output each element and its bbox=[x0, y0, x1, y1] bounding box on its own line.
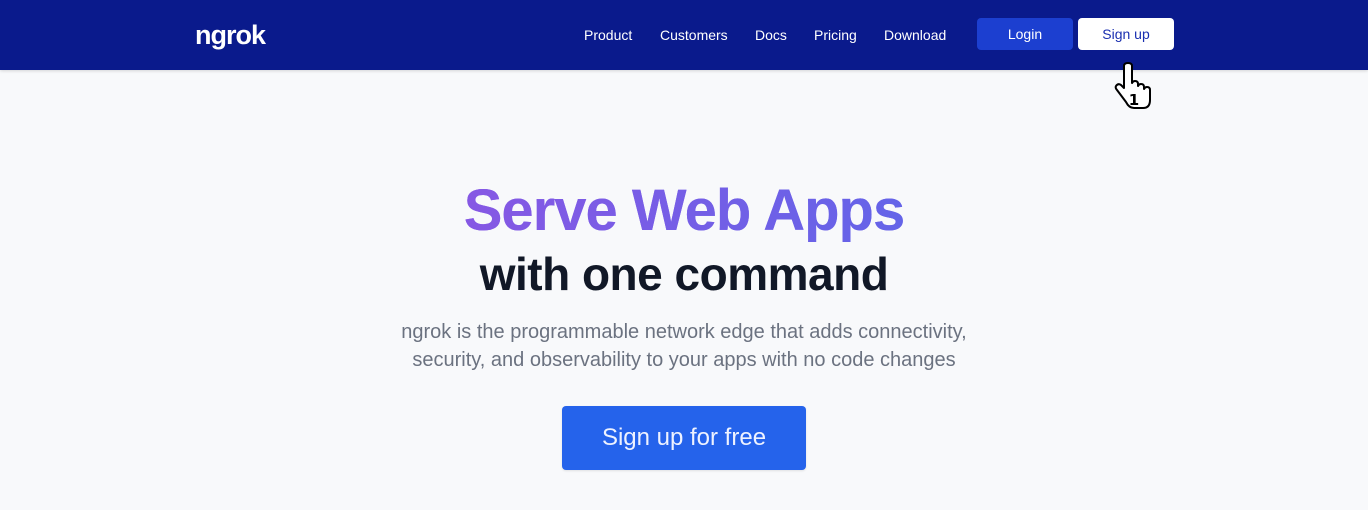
nav-link-customers[interactable]: Customers bbox=[660, 26, 728, 44]
cursor-badge: 1 bbox=[1129, 91, 1139, 109]
signup-button[interactable]: Sign up bbox=[1078, 18, 1174, 50]
login-button[interactable]: Login bbox=[977, 18, 1073, 50]
hero-description: ngrok is the programmable network edge t… bbox=[384, 318, 984, 374]
hero-title-text: Serve Web Apps bbox=[463, 178, 905, 243]
signup-for-free-label: Sign up for free bbox=[601, 424, 767, 451]
nav-link-pricing[interactable]: Pricing bbox=[814, 26, 857, 44]
hand-pointer-icon: 1 bbox=[1114, 62, 1151, 109]
signup-for-free-button[interactable]: Sign up for free bbox=[562, 406, 806, 470]
login-button-label: Login bbox=[1007, 26, 1043, 42]
nav-link-download[interactable]: Download bbox=[884, 26, 946, 44]
ngrok-logo[interactable]: ngrok bbox=[195, 18, 266, 52]
nav-link-product[interactable]: Product bbox=[584, 26, 632, 44]
nav-link-docs[interactable]: Docs bbox=[755, 26, 787, 44]
hero-title: Serve Web Apps bbox=[0, 178, 1368, 244]
hero-subtitle: with one command bbox=[479, 248, 889, 300]
hero-description-line-1: ngrok is the programmable network edge t… bbox=[401, 321, 967, 343]
signup-button-label: Sign up bbox=[1102, 26, 1150, 42]
top-navbar: ngrok Product Customers Docs Pricing Dow… bbox=[0, 0, 1368, 70]
hero-description-line-2: security, and observability to your apps… bbox=[412, 349, 956, 371]
